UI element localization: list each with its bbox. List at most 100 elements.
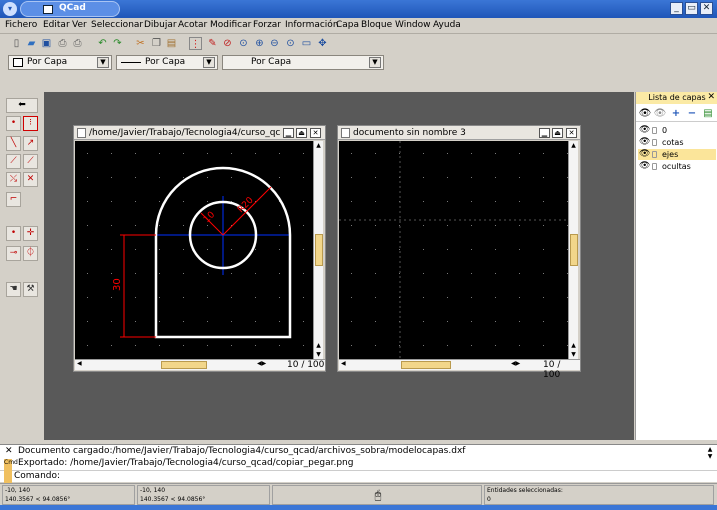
eye-icon[interactable]: 👁 <box>639 125 650 136</box>
lock-icon[interactable] <box>652 139 657 146</box>
cut-icon[interactable]: ✂ <box>134 37 147 50</box>
minimize-button[interactable]: _ <box>670 2 683 15</box>
scroll-left-icon[interactable]: ◀ <box>341 360 346 367</box>
layer-item[interactable]: 👁 ocultas <box>638 161 716 172</box>
drawing-canvas-1[interactable]: 30 10 R20 <box>75 141 313 359</box>
print-preview-icon[interactable]: ⎙ <box>71 37 84 50</box>
snap-grid-icon[interactable]: ✛ <box>23 226 38 241</box>
snap-endpoint-icon[interactable]: ⊸ <box>6 246 21 261</box>
drawing-window-1-titlebar[interactable]: /home/Javier/Trabajo/Tecnologia4/curso_q… <box>74 126 325 140</box>
back-arrow-icon[interactable]: ⬅ <box>6 98 38 113</box>
show-all-icon[interactable]: 👁 <box>638 107 652 121</box>
scroll-down-icon[interactable]: ▲ <box>314 341 323 350</box>
zoom-previous-icon[interactable]: ⊙ <box>284 37 297 50</box>
scroll-left-icon[interactable]: ◀ <box>77 360 82 367</box>
new-file-icon[interactable]: ▯ <box>10 37 23 50</box>
redraw-icon[interactable]: ⊘ <box>221 37 234 50</box>
drawing-window-2[interactable]: documento sin nombre 3 ▁ ⏏ ✕ ▲ ▲ ▼ ◀ ◀▶ … <box>337 125 581 380</box>
drawing-window-2-titlebar[interactable]: documento sin nombre 3 ▁ ⏏ ✕ <box>338 126 580 140</box>
scroll-up-icon[interactable]: ▲ <box>569 141 578 150</box>
undo-icon[interactable]: ↶ <box>96 37 109 50</box>
width-combo[interactable]: Por Capa ▼ <box>116 55 218 70</box>
message-scrollbar[interactable]: ▲ ▼ <box>705 446 715 470</box>
ellipse-tool-icon[interactable]: ⟋ <box>23 154 38 169</box>
menu-bloque[interactable]: Bloque <box>361 20 392 30</box>
text-tool-icon[interactable]: ⌐ <box>6 192 21 207</box>
eye-icon[interactable]: 👁 <box>639 137 650 148</box>
maximize-button[interactable]: ▭ <box>685 2 698 15</box>
save-icon[interactable]: ▣ <box>40 37 53 50</box>
layer-item-selected[interactable]: 👁 ejes <box>638 149 716 160</box>
close-icon[interactable]: ✕ <box>5 446 13 456</box>
select-tool-icon[interactable]: ☚ <box>6 282 21 297</box>
close-button[interactable]: ✕ <box>700 2 713 15</box>
close-icon[interactable]: ✕ <box>566 128 577 138</box>
add-layer-icon[interactable]: + <box>669 107 683 121</box>
menu-acotar[interactable]: Acotar <box>178 20 207 30</box>
menu-seleccionar[interactable]: Seleccionar <box>91 20 143 30</box>
remove-layer-icon[interactable]: − <box>685 107 699 121</box>
menu-informacion[interactable]: Información <box>285 20 339 30</box>
menu-editar[interactable]: Editar <box>43 20 70 30</box>
open-file-icon[interactable]: ▰ <box>25 37 38 50</box>
modify-tool-icon[interactable]: ⚒ <box>23 282 38 297</box>
menu-dibujar[interactable]: Dibujar <box>144 20 177 30</box>
arc-tool-icon[interactable]: ↗ <box>23 136 38 151</box>
drawing-window-1[interactable]: /home/Javier/Trabajo/Tecnologia4/curso_q… <box>73 125 326 372</box>
command-side-tab[interactable]: Cmd <box>4 459 18 483</box>
window-menu-icon[interactable]: ▾ <box>3 2 17 16</box>
lock-icon[interactable] <box>652 127 657 134</box>
snap-free-icon[interactable]: • <box>6 226 21 241</box>
linetype-combo[interactable]: Por Capa ▼ <box>222 55 384 70</box>
horizontal-scrollbar[interactable]: ◀ ◀▶ 10 / 100 <box>75 359 325 370</box>
lock-icon[interactable] <box>652 163 657 170</box>
print-icon[interactable]: ⎙ <box>56 37 69 50</box>
menu-fichero[interactable]: Fichero <box>5 20 37 30</box>
scroll-up-icon[interactable]: ▲ <box>314 141 323 150</box>
menu-window[interactable]: Window <box>395 20 431 30</box>
zoom-window-icon[interactable]: ▭ <box>300 37 313 50</box>
hide-all-icon[interactable]: 👁 <box>653 107 667 121</box>
zoom-pan-icon[interactable]: ✥ <box>316 37 329 50</box>
grid-icon[interactable]: ⋮ <box>189 37 202 50</box>
menu-ver[interactable]: Ver <box>72 20 87 30</box>
scroll-right-icon[interactable]: ◀▶ <box>511 360 520 367</box>
draft-icon[interactable]: ✎ <box>206 37 219 50</box>
line-tool-icon[interactable]: ╲ <box>6 136 21 151</box>
chevron-down-icon[interactable]: ▼ <box>203 57 215 68</box>
zoom-out-icon[interactable]: ⊖ <box>268 37 281 50</box>
layer-item[interactable]: 👁 0 <box>638 125 716 136</box>
menu-forzar[interactable]: Forzar <box>253 20 281 30</box>
point-tool-icon[interactable]: • <box>6 116 21 131</box>
redo-icon[interactable]: ↷ <box>111 37 124 50</box>
menu-capa[interactable]: Capa <box>336 20 359 30</box>
scroll-down-icon[interactable]: ▼ <box>569 350 578 359</box>
vertical-scrollbar[interactable]: ▲ ▲ ▼ <box>568 141 578 359</box>
window-title-tab[interactable]: QCad <box>20 1 120 17</box>
scroll-right-icon[interactable]: ◀▶ <box>257 360 266 367</box>
drawing-canvas-2[interactable] <box>339 141 568 359</box>
scrollbar-thumb[interactable] <box>401 361 451 369</box>
minimize-icon[interactable]: ▁ <box>283 128 294 138</box>
scroll-down-icon[interactable]: ▼ <box>314 350 323 359</box>
snap-center-icon[interactable]: ⏀ <box>23 246 38 261</box>
maximize-icon[interactable]: ⏏ <box>296 128 307 138</box>
points-grid-icon[interactable]: ⁝ <box>23 116 38 131</box>
menu-ayuda[interactable]: Ayuda <box>433 20 461 30</box>
circle-tool-icon[interactable]: ⟋ <box>6 154 21 169</box>
copy-icon[interactable]: ❐ <box>150 37 163 50</box>
spline-tool-icon[interactable]: ⤯ <box>6 172 21 187</box>
lock-icon[interactable] <box>652 151 657 158</box>
menu-modificar[interactable]: Modificar <box>210 20 251 30</box>
zoom-in-icon[interactable]: ⊕ <box>253 37 266 50</box>
close-icon[interactable]: ✕ <box>310 128 321 138</box>
color-combo[interactable]: Por Capa ▼ <box>8 55 112 70</box>
minimize-icon[interactable]: ▁ <box>539 128 550 138</box>
polyline-tool-icon[interactable]: ✕ <box>23 172 38 187</box>
chevron-down-icon[interactable]: ▼ <box>369 57 381 68</box>
zoom-auto-icon[interactable]: ⊙ <box>237 37 250 50</box>
chevron-down-icon[interactable]: ▼ <box>97 57 109 68</box>
eye-icon[interactable]: 👁 <box>639 161 650 172</box>
maximize-icon[interactable]: ⏏ <box>552 128 563 138</box>
scrollbar-thumb[interactable] <box>570 234 578 266</box>
